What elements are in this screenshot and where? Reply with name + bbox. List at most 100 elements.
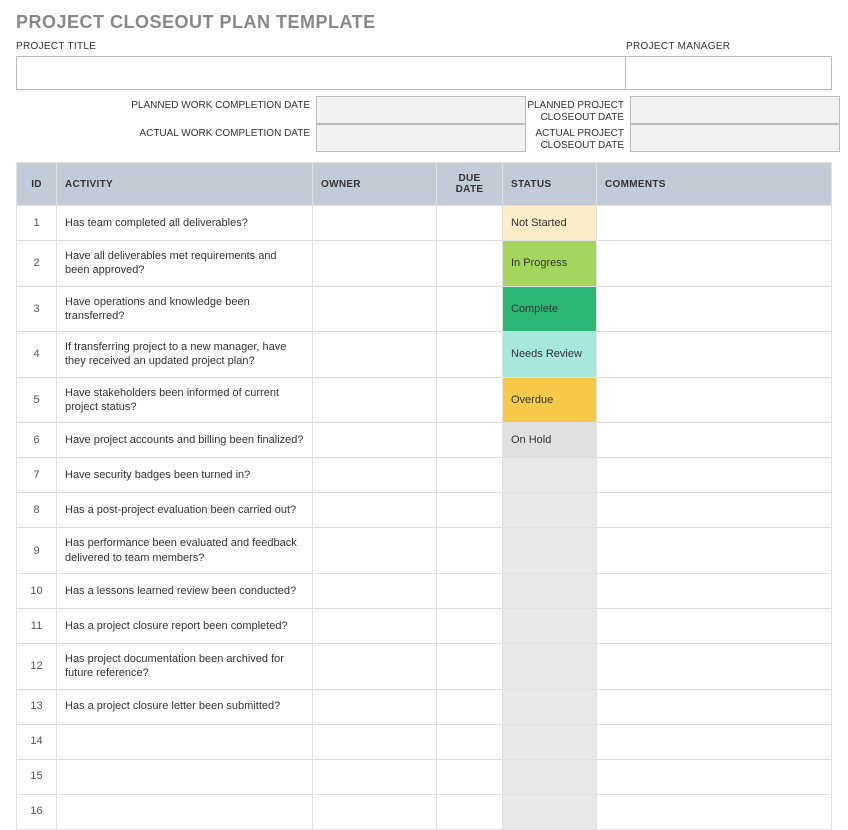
comments-input[interactable] xyxy=(605,347,823,361)
comments-input[interactable] xyxy=(605,584,823,598)
cell-due-date[interactable] xyxy=(437,689,503,724)
owner-input[interactable] xyxy=(321,433,428,447)
cell-activity[interactable]: Has a post-project evaluation been carri… xyxy=(57,493,313,528)
cell-comments[interactable] xyxy=(597,423,832,458)
cell-activity[interactable] xyxy=(57,724,313,759)
comments-input[interactable] xyxy=(605,699,823,713)
project-manager-input[interactable] xyxy=(626,56,832,90)
cell-status[interactable] xyxy=(503,689,597,724)
comments-input[interactable] xyxy=(605,433,823,447)
cell-comments[interactable] xyxy=(597,493,832,528)
comments-input[interactable] xyxy=(605,256,823,270)
owner-input[interactable] xyxy=(321,503,428,517)
comments-input[interactable] xyxy=(605,769,823,783)
cell-activity[interactable]: Has performance been evaluated and feedb… xyxy=(57,528,313,574)
owner-input[interactable] xyxy=(321,216,428,230)
due-date-input[interactable] xyxy=(445,734,494,748)
cell-comments[interactable] xyxy=(597,759,832,794)
cell-owner[interactable] xyxy=(313,573,437,608)
actual-work-date-input[interactable] xyxy=(316,124,526,152)
comments-input[interactable] xyxy=(605,503,823,517)
cell-due-date[interactable] xyxy=(437,493,503,528)
cell-owner[interactable] xyxy=(313,643,437,689)
due-date-input[interactable] xyxy=(445,769,494,783)
cell-activity[interactable]: Have stakeholders been informed of curre… xyxy=(57,377,313,423)
due-date-input[interactable] xyxy=(445,216,494,230)
cell-status[interactable]: Needs Review xyxy=(503,332,597,378)
cell-activity[interactable] xyxy=(57,759,313,794)
owner-input[interactable] xyxy=(321,544,428,558)
owner-input[interactable] xyxy=(321,393,428,407)
cell-activity[interactable]: If transferring project to a new manager… xyxy=(57,332,313,378)
status-badge[interactable] xyxy=(503,725,596,759)
cell-activity[interactable]: Has project documentation been archived … xyxy=(57,643,313,689)
due-date-input[interactable] xyxy=(445,393,494,407)
owner-input[interactable] xyxy=(321,734,428,748)
cell-status[interactable] xyxy=(503,759,597,794)
cell-owner[interactable] xyxy=(313,332,437,378)
cell-comments[interactable] xyxy=(597,573,832,608)
cell-comments[interactable] xyxy=(597,241,832,287)
cell-activity[interactable]: Has a project closure report been comple… xyxy=(57,608,313,643)
cell-status[interactable] xyxy=(503,528,597,574)
due-date-input[interactable] xyxy=(445,347,494,361)
cell-status[interactable] xyxy=(503,493,597,528)
comments-input[interactable] xyxy=(605,302,823,316)
cell-status[interactable]: Not Started xyxy=(503,206,597,241)
due-date-input[interactable] xyxy=(445,804,494,818)
cell-status[interactable] xyxy=(503,794,597,829)
cell-status[interactable] xyxy=(503,643,597,689)
cell-comments[interactable] xyxy=(597,458,832,493)
cell-owner[interactable] xyxy=(313,206,437,241)
cell-owner[interactable] xyxy=(313,689,437,724)
due-date-input[interactable] xyxy=(445,433,494,447)
cell-owner[interactable] xyxy=(313,724,437,759)
cell-due-date[interactable] xyxy=(437,794,503,829)
cell-activity[interactable]: Have operations and knowledge been trans… xyxy=(57,286,313,332)
status-badge[interactable]: Complete xyxy=(503,287,596,332)
cell-comments[interactable] xyxy=(597,286,832,332)
status-badge[interactable] xyxy=(503,644,596,689)
status-badge[interactable] xyxy=(503,493,596,527)
comments-input[interactable] xyxy=(605,734,823,748)
due-date-input[interactable] xyxy=(445,302,494,316)
cell-comments[interactable] xyxy=(597,794,832,829)
owner-input[interactable] xyxy=(321,347,428,361)
due-date-input[interactable] xyxy=(445,699,494,713)
comments-input[interactable] xyxy=(605,659,823,673)
cell-owner[interactable] xyxy=(313,608,437,643)
due-date-input[interactable] xyxy=(445,544,494,558)
cell-comments[interactable] xyxy=(597,689,832,724)
cell-comments[interactable] xyxy=(597,377,832,423)
actual-closeout-date-input[interactable] xyxy=(630,124,840,152)
cell-comments[interactable] xyxy=(597,206,832,241)
cell-comments[interactable] xyxy=(597,608,832,643)
cell-owner[interactable] xyxy=(313,528,437,574)
cell-due-date[interactable] xyxy=(437,528,503,574)
planned-closeout-date-input[interactable] xyxy=(630,96,840,124)
cell-due-date[interactable] xyxy=(437,206,503,241)
cell-comments[interactable] xyxy=(597,643,832,689)
due-date-input[interactable] xyxy=(445,503,494,517)
cell-owner[interactable] xyxy=(313,423,437,458)
owner-input[interactable] xyxy=(321,584,428,598)
due-date-input[interactable] xyxy=(445,468,494,482)
comments-input[interactable] xyxy=(605,544,823,558)
cell-comments[interactable] xyxy=(597,332,832,378)
cell-due-date[interactable] xyxy=(437,423,503,458)
cell-owner[interactable] xyxy=(313,377,437,423)
cell-status[interactable]: In Progress xyxy=(503,241,597,287)
owner-input[interactable] xyxy=(321,302,428,316)
owner-input[interactable] xyxy=(321,619,428,633)
owner-input[interactable] xyxy=(321,256,428,270)
cell-due-date[interactable] xyxy=(437,286,503,332)
cell-status[interactable] xyxy=(503,573,597,608)
planned-work-date-input[interactable] xyxy=(316,96,526,124)
cell-due-date[interactable] xyxy=(437,724,503,759)
cell-due-date[interactable] xyxy=(437,332,503,378)
due-date-input[interactable] xyxy=(445,659,494,673)
cell-owner[interactable] xyxy=(313,241,437,287)
due-date-input[interactable] xyxy=(445,256,494,270)
cell-status[interactable]: Complete xyxy=(503,286,597,332)
cell-due-date[interactable] xyxy=(437,608,503,643)
